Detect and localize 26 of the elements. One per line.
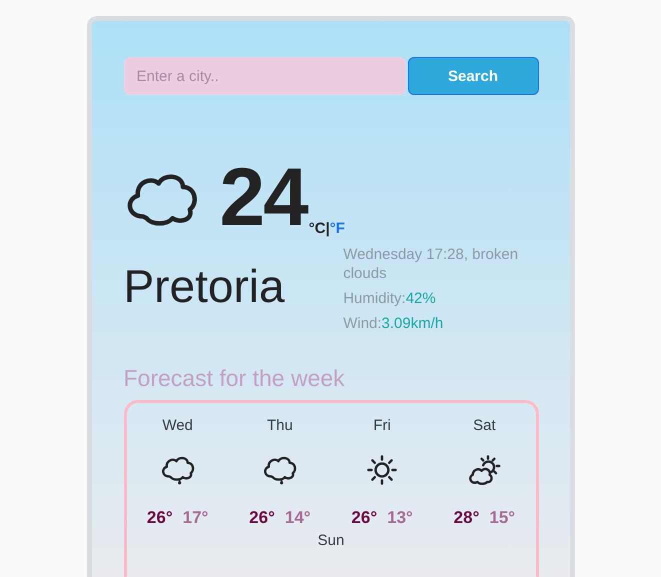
unit-link[interactable]: °F [330,220,345,237]
forecast-day: Fri [373,417,391,434]
unit-label: °C [308,220,326,237]
forecast-day: Wed [162,417,193,434]
city-search-field[interactable]: Enter a city.. [124,57,406,95]
min-temperature: 13° [387,508,413,528]
min-temperature: 15° [489,508,516,528]
current-temperature: 24 [220,163,307,233]
min-temperature: 17° [182,508,208,528]
min-temperature: 14° [284,508,311,528]
wind-value: 3.09km/h [382,315,444,332]
max-temperature: 26° [146,508,173,528]
forecast-day: Sun [318,532,344,549]
humidity-label: Humidity: [343,290,406,307]
weather-description: Wednesday 17:28, broken clouds [343,245,520,283]
search-button[interactable]: Search [408,57,538,95]
humidity-value: 42% [406,290,436,307]
max-temperature: 26° [351,508,378,528]
forecast-title: Forecast for the week [124,365,346,392]
city-name: Pretoria [124,259,286,314]
unit-label: | [326,220,330,237]
forecast-day: Thu [266,417,293,434]
max-temperature: 26° [249,508,275,528]
forecast-day: Sat [473,417,496,434]
max-temperature: 28° [454,508,480,528]
wind-label: Wind: [343,315,382,332]
